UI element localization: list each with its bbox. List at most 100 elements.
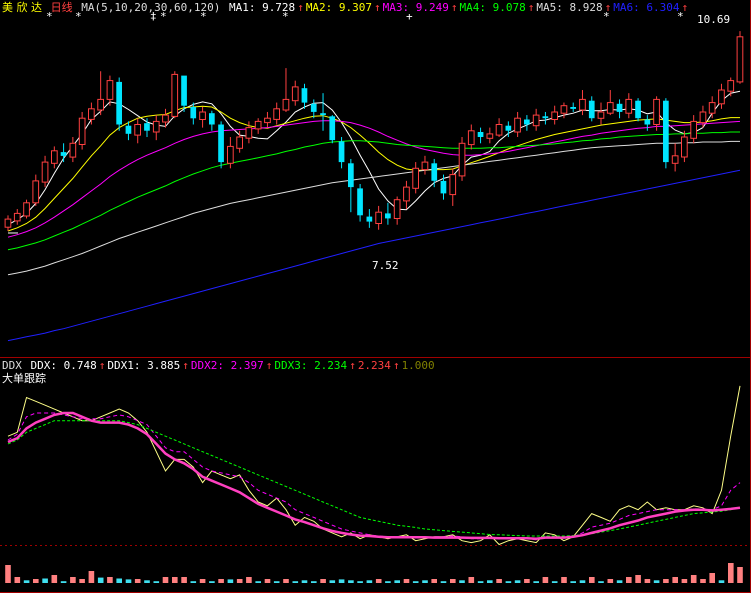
- ddx-bar: [42, 578, 48, 583]
- candle-up: [199, 111, 206, 120]
- ddx-bar: [181, 577, 187, 583]
- candle-up: [514, 117, 521, 133]
- ddx-bar: [116, 578, 122, 583]
- candle-up: [718, 89, 725, 105]
- ddx-bar: [60, 581, 67, 583]
- ddx-bar: [690, 575, 697, 583]
- candle-up: [245, 127, 253, 139]
- candle-up: [449, 174, 457, 196]
- ddx-values: DDX: 0.748 ↑ DDX1: 3.885 ↑ DDX2: 2.397 ↑ DDX3:…: [31, 359, 437, 372]
- ddx-bar: [23, 580, 30, 583]
- ddx-bar: [88, 571, 95, 583]
- candle-up: [579, 98, 586, 111]
- candle-down: [320, 113, 326, 116]
- ddx-bar: [394, 580, 400, 583]
- ddx-bar: [728, 563, 734, 583]
- stock-name[interactable]: 美 欣 达: [2, 1, 42, 14]
- candle-down: [385, 213, 391, 219]
- candle-down: [440, 180, 447, 194]
- ma-value-4: MA4: 9.078: [459, 1, 526, 14]
- ddx-value-5: 2.234: [357, 359, 391, 372]
- ddx-bar: [320, 579, 326, 583]
- ddx-bar: [709, 573, 715, 583]
- ddx-bar: [579, 580, 586, 583]
- candle-up: [32, 180, 40, 204]
- candle-up: [393, 199, 401, 219]
- ddx-title[interactable]: DDX: [2, 359, 22, 372]
- ddx-bar: [385, 581, 391, 583]
- candle-up: [736, 36, 744, 83]
- ddx-bar: [477, 581, 484, 583]
- candle-down: [190, 107, 197, 119]
- ddx-bar: [561, 577, 567, 583]
- stock-chart[interactable]: * * ‡ * * * + * * 10.69 7.52: [0, 0, 751, 593]
- ddx-bar: [681, 579, 688, 583]
- candle-up: [653, 98, 660, 126]
- ma-params[interactable]: MA(5,10,20,30,60,120): [81, 1, 220, 14]
- candle-down: [329, 116, 336, 141]
- candle-up: [486, 133, 494, 139]
- ddx-bar: [607, 579, 614, 583]
- ddx-bar: [264, 579, 271, 583]
- ddx-bar: [357, 581, 363, 583]
- candle-up: [227, 145, 234, 164]
- candle-down: [644, 119, 651, 125]
- ddx-bar: [209, 581, 215, 583]
- ddx-bar: [246, 577, 252, 583]
- ddx-bar: [301, 580, 308, 583]
- candle-up: [375, 211, 382, 224]
- ddx-bar: [51, 575, 58, 583]
- ddx-bar: [292, 581, 299, 583]
- candle-down: [301, 88, 308, 103]
- ddx-bar: [468, 577, 475, 583]
- candle-down: [144, 123, 150, 131]
- candle-up: [51, 150, 58, 164]
- ma-arrow-6: ↑: [681, 1, 689, 14]
- ddx-bar: [14, 577, 21, 583]
- ddx-bar: [653, 580, 660, 583]
- ddx-bar: [403, 579, 410, 583]
- ddx-bar: [283, 579, 289, 583]
- candle-up: [4, 218, 12, 228]
- candle-down: [524, 119, 530, 125]
- ddx-bar: [644, 579, 651, 583]
- candle-up: [671, 155, 679, 164]
- candle-down: [338, 141, 345, 163]
- ddx-bar: [79, 579, 85, 583]
- candle-down: [348, 163, 354, 188]
- ddx-bar: [440, 581, 447, 583]
- ddx-bar: [375, 579, 382, 583]
- ddx-bar: [496, 579, 502, 583]
- ddx-bar: [700, 579, 706, 583]
- ddx-bar: [635, 575, 641, 583]
- ddx-value-4: DDX3: 2.234: [274, 359, 348, 372]
- candle-up: [273, 108, 280, 120]
- ddx-bar: [551, 581, 558, 583]
- candle-up: [458, 142, 466, 177]
- candle-up: [23, 202, 30, 217]
- ddx-bar: [329, 580, 336, 583]
- ddx-bar: [524, 579, 530, 583]
- ddx-bar: [570, 581, 576, 583]
- candle-down: [505, 125, 512, 131]
- ddx-bar: [737, 567, 743, 583]
- ddx-bar: [412, 581, 419, 583]
- ddx-bar: [5, 565, 11, 583]
- ddx-bar: [431, 579, 437, 583]
- candle-up: [236, 136, 244, 149]
- ma-value-3: MA3: 9.249: [382, 1, 449, 14]
- ddx-header: DDX DDX: 0.748 ↑ DDX1: 3.885 ↑ DDX2: 2.397 ↑ D…: [2, 359, 439, 372]
- candle-down: [477, 132, 484, 137]
- candle-down: [125, 125, 132, 134]
- ma-value-6: MA6: 6.304: [613, 1, 680, 14]
- ddx-bar: [311, 581, 317, 583]
- ddx-arrow-3: ↑: [265, 359, 273, 372]
- candle-down: [431, 163, 438, 181]
- ddx-bar: [459, 580, 465, 583]
- ddx-bar: [172, 577, 178, 583]
- candle-up: [78, 117, 86, 145]
- candle-up: [152, 120, 160, 133]
- candle-down: [663, 100, 669, 163]
- ddx-bar: [199, 579, 206, 583]
- period-label[interactable]: 日线: [51, 1, 73, 14]
